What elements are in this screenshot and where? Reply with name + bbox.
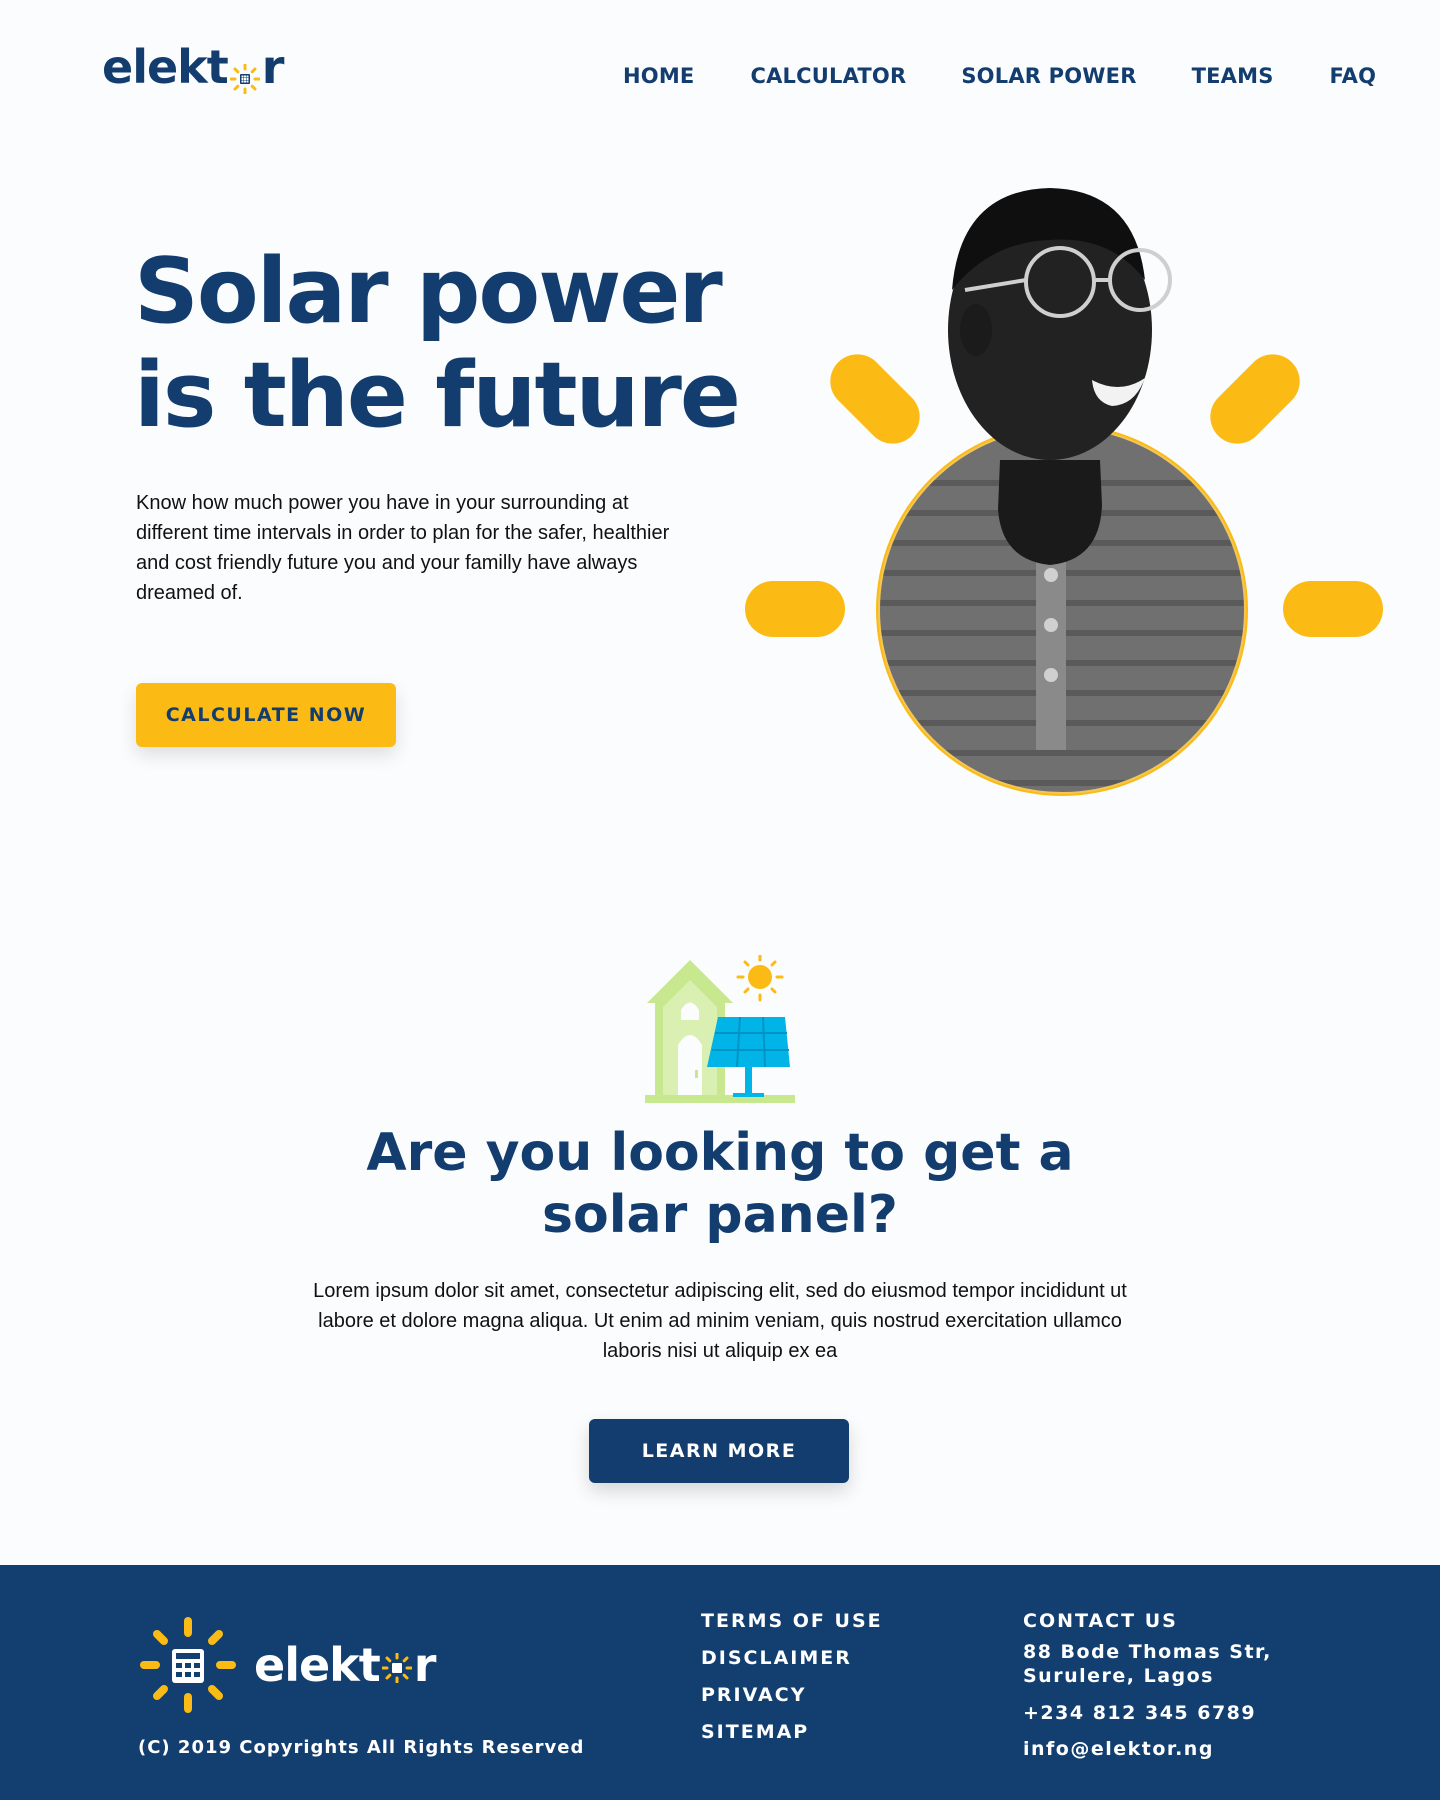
footer-logo[interactable]: elekt r — [138, 1615, 437, 1715]
section-title-line-2: solar panel? — [542, 1185, 898, 1245]
calculate-now-button[interactable]: CALCULATE NOW — [136, 683, 396, 747]
contact-email[interactable]: info@elektor.ng — [1023, 1738, 1423, 1760]
footer-link-sitemap[interactable]: SITEMAP — [701, 1714, 883, 1751]
contact-phone[interactable]: +234 812 345 6789 — [1023, 1702, 1423, 1724]
section-title: Are you looking to get a solar panel? — [0, 1122, 1440, 1246]
nav-solar-power[interactable]: SOLAR POWER — [961, 64, 1136, 88]
footer: elekt r (C) 2019 Copyrights All Rights R… — [0, 1565, 1440, 1800]
sun-logo-icon — [229, 55, 261, 95]
contact-info: CONTACT US 88 Bode Thomas Str, Surulere,… — [1023, 1603, 1423, 1760]
sun-logo-icon — [381, 1653, 412, 1683]
footer-link-terms[interactable]: TERMS OF USE — [701, 1603, 883, 1640]
nav-teams[interactable]: TEAMS — [1192, 64, 1274, 88]
footer-wordmark: elekt r — [254, 1638, 437, 1692]
logo-text-suffix: r — [261, 40, 285, 94]
nav-faq[interactable]: FAQ — [1330, 64, 1377, 88]
footer-link-disclaimer[interactable]: DISCLAIMER — [701, 1640, 883, 1677]
section-description: Lorem ipsum dolor sit amet, consectetur … — [313, 1280, 1127, 1362]
contact-address: 88 Bode Thomas Str, Surulere, Lagos — [1023, 1641, 1272, 1687]
landing-page: elekt r HOME CALCULATOR SOLAR POWER TEAM… — [0, 0, 1440, 1800]
main-nav: HOME CALCULATOR SOLAR POWER TEAMS FAQ — [623, 64, 1376, 88]
hero-title: Solar power is the future — [134, 240, 754, 448]
footer-logo-text-prefix: elekt — [254, 1638, 381, 1692]
logo-text-prefix: elekt — [102, 40, 229, 94]
nav-calculator[interactable]: CALCULATOR — [750, 64, 906, 88]
contact-heading: CONTACT US — [1023, 1610, 1178, 1632]
brand-logo[interactable]: elekt r — [102, 40, 285, 95]
section-title-line-1: Are you looking to get a — [366, 1123, 1074, 1183]
footer-links: TERMS OF USE DISCLAIMER PRIVACY SITEMAP — [701, 1603, 883, 1751]
hero-title-line-1: Solar power — [134, 239, 723, 344]
hero-description: Know how much power you have in your sur… — [136, 492, 670, 604]
house-solar-panel-icon — [645, 955, 795, 1103]
learn-more-button[interactable]: LEARN MORE — [589, 1419, 849, 1483]
nav-home[interactable]: HOME — [623, 64, 694, 88]
copyright-text: (C) 2019 Copyrights All Rights Reserved — [138, 1737, 585, 1758]
footer-logo-text-suffix: r — [413, 1638, 437, 1692]
sun-calculator-logo-icon — [140, 1617, 236, 1713]
hero-portrait-illustration — [745, 188, 1383, 796]
footer-link-privacy[interactable]: PRIVACY — [701, 1677, 883, 1714]
hero-title-line-2: is the future — [134, 343, 741, 448]
